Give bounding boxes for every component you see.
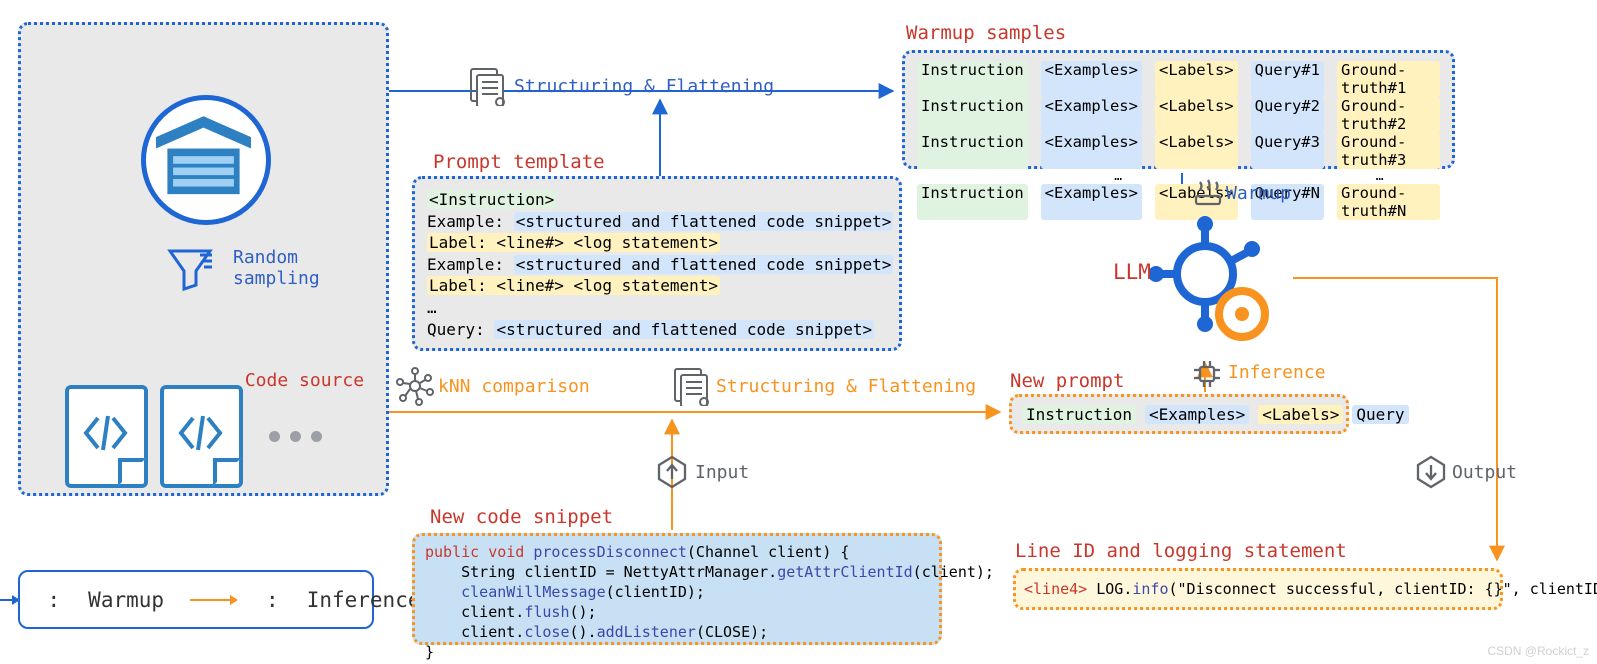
output-title: Line ID and logging statement bbox=[1015, 540, 1347, 562]
pt-example-1: Example: <structured and flattened code … bbox=[427, 211, 887, 233]
warmup-samples-title: Warmup samples bbox=[906, 22, 1066, 44]
new-code-snippet-box: public void processDisconnect(Channel cl… bbox=[412, 533, 942, 645]
ellipsis-icon bbox=[269, 431, 322, 442]
code-source-title: .Code source bbox=[234, 370, 364, 391]
network-icon bbox=[395, 366, 435, 410]
legend-inference-arrow bbox=[190, 593, 238, 607]
chip-icon bbox=[1190, 358, 1224, 392]
legend-warmup-arrow bbox=[0, 593, 20, 607]
template-icon bbox=[672, 366, 712, 410]
pt-ellipsis: … bbox=[427, 297, 887, 319]
legend-warmup-label: Warmup bbox=[88, 588, 164, 612]
input-label: Input bbox=[695, 462, 749, 483]
code-file-icon bbox=[65, 385, 148, 488]
np-labels: <Labels> bbox=[1258, 405, 1343, 424]
new-prompt-title: New prompt bbox=[1010, 370, 1124, 392]
inference-label: Inference bbox=[1228, 362, 1326, 383]
ws-ellipsis: …… bbox=[917, 169, 1440, 184]
warmup-samples-box: Instruction<Examples><Labels>Query#1Grou… bbox=[902, 50, 1455, 169]
pt-query: Query: <structured and flattened code sn… bbox=[427, 319, 887, 341]
prompt-template-box: <Instruction> Example: <structured and f… bbox=[412, 176, 902, 351]
np-instruction: Instruction bbox=[1022, 405, 1136, 424]
table-row: Instruction<Examples><Labels>Query#3Grou… bbox=[917, 133, 1440, 169]
knn-comparison-label: kNN comparison bbox=[438, 376, 590, 397]
code-source-panel: Randomsampling bbox=[18, 22, 389, 496]
output-icon bbox=[1414, 455, 1448, 493]
watermark: CSDN @Rockict_z bbox=[1487, 644, 1589, 658]
heat-icon bbox=[1192, 178, 1224, 212]
pt-example-2: Example: <structured and flattened code … bbox=[427, 254, 887, 276]
pt-instruction: <Instruction> bbox=[427, 189, 887, 211]
code-file-icon bbox=[160, 385, 243, 488]
llm-label: LLM bbox=[1113, 260, 1151, 284]
new-code-snippet-title: New code snippet bbox=[430, 506, 613, 528]
prompt-template-title: Prompt template bbox=[433, 151, 605, 173]
random-sampling-label: Randomsampling bbox=[233, 247, 320, 289]
pt-label-2: Label: <line#> <log statement> bbox=[427, 275, 887, 297]
np-query: Query bbox=[1352, 405, 1408, 424]
template-icon bbox=[468, 66, 508, 110]
legend-inference-label: Inference bbox=[307, 588, 421, 612]
code-cards-row bbox=[65, 385, 322, 488]
warmup-label: Warmup bbox=[1226, 183, 1291, 204]
legend-box: :Warmup :Inference bbox=[18, 570, 374, 629]
output-box: <line4> LOG.info("Disconnect successful,… bbox=[1013, 568, 1503, 610]
diagram-canvas: Randomsampling .Code source :Warmup :Inf… bbox=[0, 0, 1597, 664]
structuring-flattening-label-top: Structuring & Flattening bbox=[514, 76, 774, 97]
output-label: Output bbox=[1452, 462, 1517, 483]
warehouse-icon bbox=[141, 95, 271, 225]
hub-icon bbox=[1150, 216, 1290, 361]
structuring-flattening-label-bottom: Structuring & Flattening bbox=[716, 376, 976, 397]
table-row: Instruction<Examples><Labels>Query#2Grou… bbox=[917, 97, 1440, 133]
input-icon bbox=[655, 455, 689, 493]
np-examples: <Examples> bbox=[1145, 405, 1249, 424]
new-prompt-box: Instruction <Examples> <Labels> Query bbox=[1009, 394, 1349, 434]
table-row: Instruction<Examples><Labels>Query#1Grou… bbox=[917, 61, 1440, 97]
table-row: Instruction<Examples><Labels>Query#NGrou… bbox=[917, 184, 1440, 220]
funnel-icon bbox=[166, 245, 214, 293]
pt-label-1: Label: <line#> <log statement> bbox=[427, 232, 887, 254]
